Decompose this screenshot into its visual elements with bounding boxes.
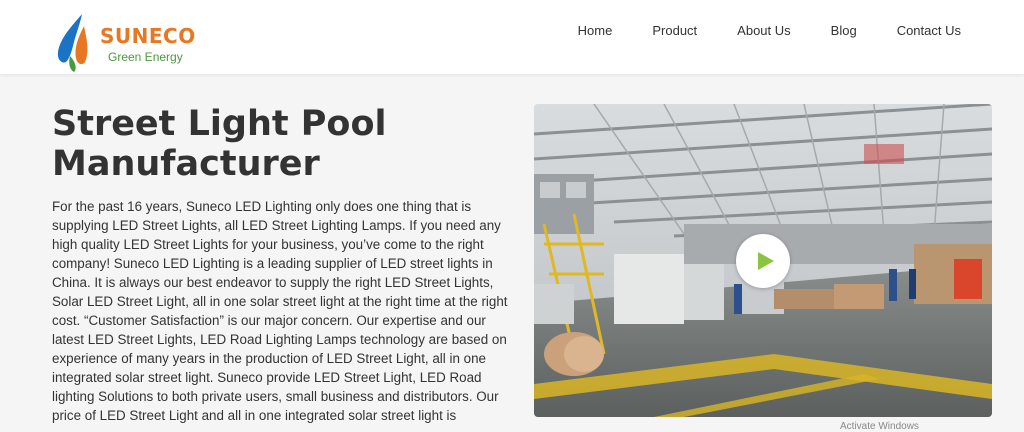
brand-tagline: Green Energy: [108, 50, 183, 64]
nav-home[interactable]: Home: [578, 22, 613, 40]
video-caption: Activate Windows: [840, 421, 919, 432]
nav-about-us[interactable]: About Us: [737, 22, 790, 40]
nav-product[interactable]: Product: [652, 22, 697, 40]
site-header: SUNECO Green Energy Home Product About U…: [0, 0, 1024, 74]
site-logo[interactable]: SUNECO Green Energy: [52, 12, 212, 74]
nav-blog[interactable]: Blog: [831, 22, 857, 40]
main-nav: Home Product About Us Blog Contact Us: [578, 22, 961, 40]
leaf-logo-icon: [57, 14, 88, 72]
intro-paragraph: For the past 16 years, Suneco LED Lighti…: [52, 199, 508, 423]
play-icon: [758, 252, 774, 270]
brand-name: SUNECO: [100, 24, 196, 48]
nav-contact-us[interactable]: Contact Us: [897, 22, 961, 40]
play-button[interactable]: [736, 234, 790, 288]
page-title: Street Light Pool Manufacturer: [52, 104, 387, 184]
